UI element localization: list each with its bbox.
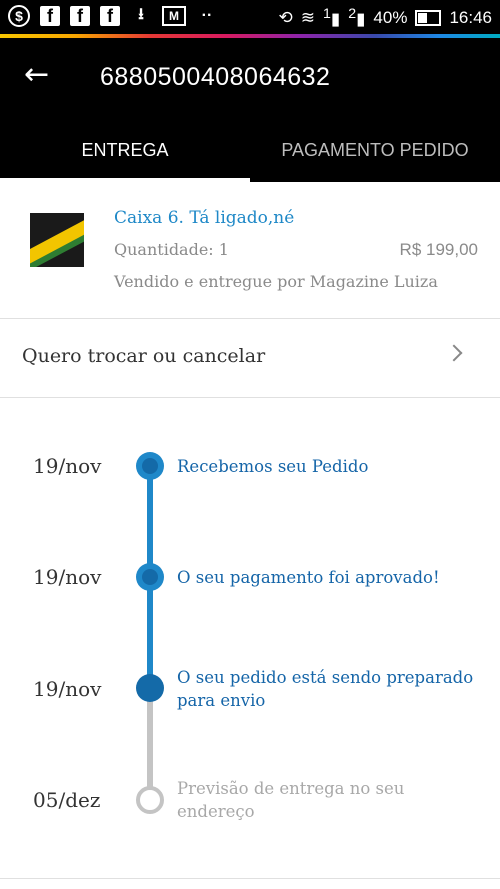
timeline-dot-done [136, 563, 164, 591]
product-seller: Vendido e entregue por Magazine Luiza [114, 272, 438, 291]
divider [0, 878, 500, 879]
tab-entrega[interactable]: ENTREGA [0, 130, 250, 182]
timeline-date: 19/nov [33, 454, 102, 478]
timeline-text: O seu pagamento foi aprovado! [177, 568, 440, 587]
timeline-line-pending [147, 688, 153, 800]
exchange-cancel-label: Quero trocar ou cancelar [22, 345, 266, 367]
facebook-icon: f [100, 6, 120, 26]
dots-icon: ·· [201, 7, 213, 24]
timeline-dot-done [136, 452, 164, 480]
battery-percent: 40% [373, 7, 408, 27]
app-bar: ← 6880500408064632 ENTREGA PAGAMENTO PED… [0, 38, 500, 182]
product-card[interactable]: Caixa 6. Tá ligado,né Quantidade: 1 R$ 1… [0, 182, 500, 319]
product-thumbnail [30, 213, 84, 267]
timeline-text: O seu pedido está sendo preparado para e… [177, 668, 474, 710]
back-arrow-icon[interactable]: ← [24, 60, 54, 90]
notification-icons: $ f f f ⭳ M ·· [8, 5, 218, 27]
timeline-dot-pending [136, 786, 164, 814]
battery-icon [415, 9, 442, 26]
facebook-icon: f [70, 6, 90, 26]
clock: 16:46 [449, 7, 492, 27]
timeline-dot-current [136, 674, 164, 702]
facebook-icon: f [40, 6, 60, 26]
timeline-text: Previsão de entrega no seu endereço [177, 779, 405, 821]
status-bar: $ f f f ⭳ M ·· ⟲ ≋ 1▮ 2▮ 40% 16:46 [0, 0, 500, 34]
order-number: 6880500408064632 [100, 63, 331, 91]
dollar-icon: $ [8, 5, 30, 27]
tab-label: PAGAMENTO PEDIDO [281, 140, 469, 160]
chevron-right-icon [445, 344, 463, 362]
rotate-icon: ⟲ [278, 7, 293, 27]
timeline-date: 19/nov [33, 677, 102, 701]
tab-pagamento-pedido[interactable]: PAGAMENTO PEDIDO [250, 130, 500, 182]
tab-label: ENTREGA [81, 140, 169, 160]
status-right: ⟲ ≋ 1▮ 2▮ 40% 16:46 [278, 6, 492, 30]
timeline-date: 05/dez [33, 788, 101, 812]
signal-1-icon: 1▮ [322, 6, 341, 29]
tab-bar: ENTREGA PAGAMENTO PEDIDO [0, 130, 500, 182]
gmail-icon: M [162, 6, 186, 26]
exchange-cancel-row[interactable]: Quero trocar ou cancelar [0, 319, 500, 398]
timeline-text: Recebemos seu Pedido [177, 457, 369, 476]
delivery-timeline: 19/nov Recebemos seu Pedido 19/nov O seu… [0, 398, 500, 878]
product-title[interactable]: Caixa 6. Tá ligado,né [114, 208, 294, 228]
product-price: R$ 199,00 [399, 240, 478, 259]
product-quantity: Quantidade: 1 [114, 240, 229, 259]
signal-2-icon: 2▮ [348, 6, 366, 29]
timeline-date: 19/nov [33, 565, 102, 589]
wifi-icon: ≋ [300, 7, 315, 27]
download-icon: ⭳ [138, 5, 144, 23]
